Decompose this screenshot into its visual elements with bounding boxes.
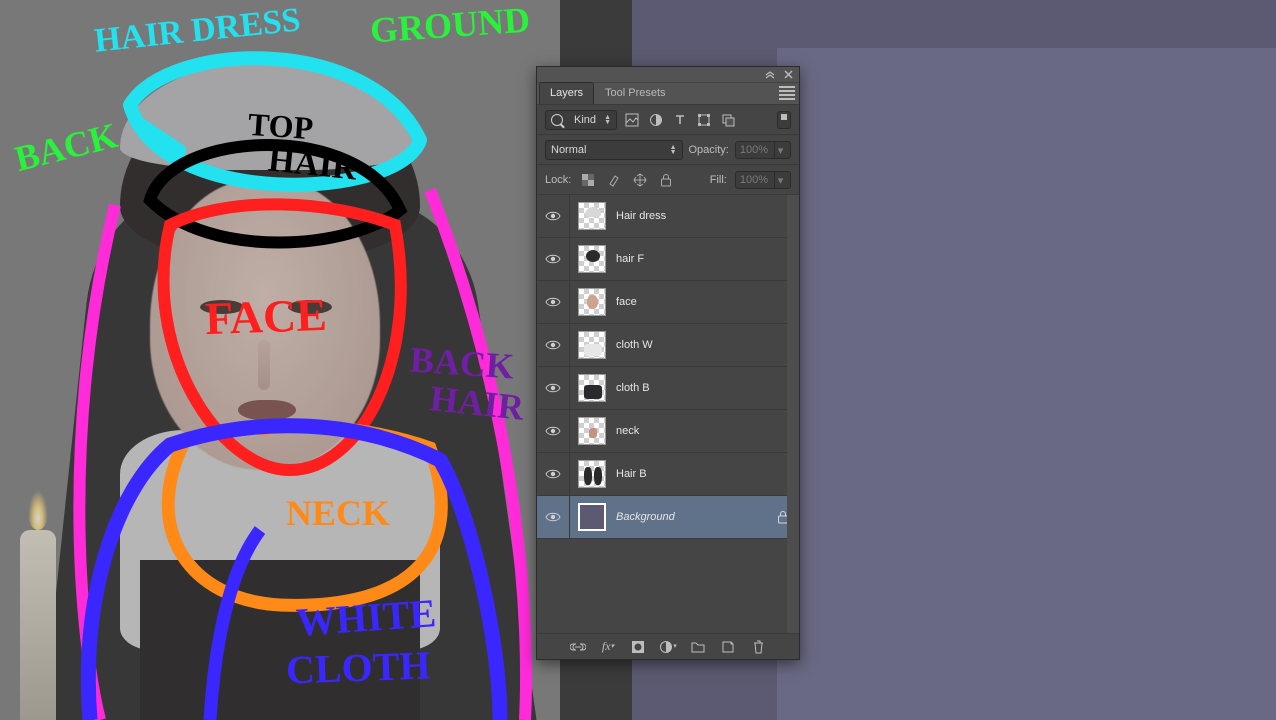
layers-panel[interactable]: Layers Tool Presets Kind ▲▼ Normal ▲▼ Op… [536, 66, 800, 660]
filter-kind-label: Kind [574, 114, 596, 126]
panel-footer: fx▾ ▾ [537, 633, 799, 659]
visibility-toggle-icon[interactable] [545, 509, 561, 525]
layer-thumbnail[interactable] [578, 202, 606, 230]
layer-name[interactable]: face [616, 296, 791, 308]
filter-adjustment-icon[interactable] [647, 111, 665, 129]
layer-name[interactable]: Background [616, 511, 767, 523]
filter-kind-dropdown[interactable]: Kind ▲▼ [545, 110, 617, 130]
lock-position-icon[interactable] [631, 171, 649, 189]
visibility-toggle-icon[interactable] [545, 466, 561, 482]
link-layers-icon[interactable] [569, 638, 587, 656]
visibility-toggle-icon[interactable] [545, 294, 561, 310]
layer-row[interactable]: face [537, 281, 799, 324]
visibility-toggle-icon[interactable] [545, 337, 561, 353]
filter-pixel-icon[interactable] [623, 111, 641, 129]
lock-label: Lock: [545, 174, 571, 186]
lock-all-icon[interactable] [657, 171, 675, 189]
blend-mode-label: Normal [551, 144, 586, 156]
filter-row: Kind ▲▼ [537, 105, 799, 135]
fill-label: Fill: [710, 174, 727, 186]
layer-name[interactable]: neck [616, 425, 791, 437]
search-icon [551, 114, 563, 126]
layer-row[interactable]: hair F [537, 238, 799, 281]
layer-name[interactable]: cloth W [616, 339, 791, 351]
layer-row[interactable]: Background [537, 496, 799, 539]
adjustment-layer-icon[interactable]: ▾ [659, 638, 677, 656]
collapse-icon[interactable] [763, 69, 777, 81]
layer-fx-icon[interactable]: fx▾ [599, 638, 617, 656]
tab-tool-presets[interactable]: Tool Presets [594, 82, 677, 104]
layer-thumbnail[interactable] [578, 374, 606, 402]
trash-icon[interactable] [749, 638, 767, 656]
layers-list[interactable]: Hair dress hair F face cloth W cloth B neck Ha… [537, 195, 799, 633]
blend-mode-dropdown[interactable]: Normal ▲▼ [545, 140, 683, 160]
layer-name[interactable]: Hair dress [616, 210, 791, 222]
fill-field[interactable]: 100% ▾ [735, 171, 791, 189]
layer-name[interactable]: cloth B [616, 382, 791, 394]
panel-body: Kind ▲▼ Normal ▲▼ Opacity: 100% ▾ Lock: [537, 105, 799, 659]
layer-row[interactable]: cloth B [537, 367, 799, 410]
chevron-up-down-icon: ▲▼ [670, 145, 677, 155]
layer-row[interactable]: cloth W [537, 324, 799, 367]
group-icon[interactable] [689, 638, 707, 656]
close-icon[interactable] [781, 69, 795, 81]
layer-thumbnail[interactable] [578, 331, 606, 359]
filter-toggle-switch[interactable] [777, 111, 791, 129]
chevron-down-icon: ▾ [774, 142, 786, 158]
layer-thumbnail[interactable] [578, 245, 606, 273]
visibility-toggle-icon[interactable] [545, 208, 561, 224]
opacity-label: Opacity: [689, 144, 729, 156]
fill-value: 100% [740, 174, 768, 186]
chevron-up-down-icon: ▲▼ [604, 115, 611, 125]
visibility-toggle-icon[interactable] [545, 380, 561, 396]
layer-row[interactable]: neck [537, 410, 799, 453]
opacity-field[interactable]: 100% ▾ [735, 141, 791, 159]
layer-name[interactable]: Hair B [616, 468, 791, 480]
visibility-toggle-icon[interactable] [545, 251, 561, 267]
layers-scrollbar[interactable] [787, 195, 799, 633]
layer-thumbnail[interactable] [578, 288, 606, 316]
blend-row: Normal ▲▼ Opacity: 100% ▾ [537, 135, 799, 165]
filter-shape-icon[interactable] [695, 111, 713, 129]
reference-canvas[interactable]: HAIR DRESS GROUND BACK TOP HAIR FACE BAC… [0, 0, 560, 720]
panel-tabs: Layers Tool Presets [537, 83, 799, 105]
filter-type-icon[interactable] [671, 111, 689, 129]
layer-row[interactable]: Hair dress [537, 195, 799, 238]
lock-transparency-icon[interactable] [579, 171, 597, 189]
chevron-down-icon: ▾ [774, 172, 786, 188]
visibility-toggle-icon[interactable] [545, 423, 561, 439]
panel-titlebar[interactable] [537, 67, 799, 83]
layer-thumbnail[interactable] [578, 503, 606, 531]
layer-name[interactable]: hair F [616, 253, 791, 265]
filter-smart-icon[interactable] [719, 111, 737, 129]
lock-pixels-icon[interactable] [605, 171, 623, 189]
reference-image: HAIR DRESS GROUND BACK TOP HAIR FACE BAC… [0, 0, 560, 720]
layer-thumbnail[interactable] [578, 417, 606, 445]
opacity-value: 100% [740, 144, 768, 156]
layer-thumbnail[interactable] [578, 460, 606, 488]
new-layer-icon[interactable] [719, 638, 737, 656]
tab-layers[interactable]: Layers [539, 82, 594, 104]
layer-mask-icon[interactable] [629, 638, 647, 656]
panel-menu-icon[interactable] [779, 86, 795, 100]
lock-row: Lock: Fill: 100% ▾ [537, 165, 799, 195]
layer-row[interactable]: Hair B [537, 453, 799, 496]
